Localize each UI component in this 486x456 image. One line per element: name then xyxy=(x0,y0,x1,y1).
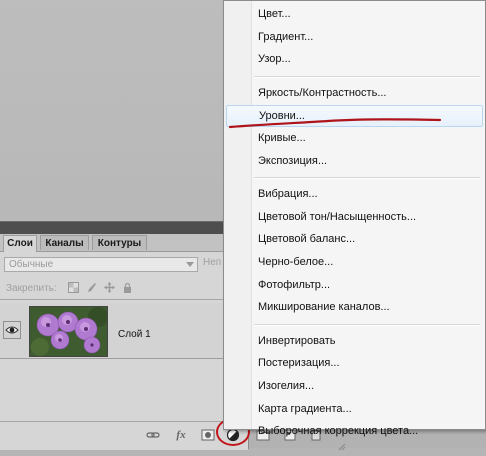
annotation-underline xyxy=(228,118,442,129)
adjustment-menu: Цвет... Градиент... Узор... Яркость/Контрас… xyxy=(223,0,486,437)
lock-move-icon[interactable] xyxy=(104,282,115,293)
menu-item[interactable]: Карта градиента... xyxy=(226,399,483,421)
menu-item[interactable]: Черно-белое... xyxy=(226,252,483,274)
lock-label: Закрепить: xyxy=(6,283,57,294)
layers-panel: Слои Каналы Контуры Обычные Неп Закрепит… xyxy=(0,221,270,450)
eye-icon xyxy=(5,326,19,334)
menu-item[interactable]: Цветовой тон/Насыщенность... xyxy=(226,207,483,229)
menu-item[interactable]: Яркость/Контрастность... xyxy=(226,83,483,105)
menu-item-label: Яркость/Контрастность... xyxy=(258,86,387,99)
menu-item[interactable]: Выборочная коррекция цвета... xyxy=(226,421,483,443)
menu-item-label: Черно-белое... xyxy=(258,256,334,268)
menu-item-label: Инвертировать xyxy=(258,334,336,347)
menu-item-label: Градиент... xyxy=(258,30,314,43)
chevron-down-icon xyxy=(186,262,194,267)
menu-item[interactable]: Вибрация... xyxy=(226,184,483,206)
menu-separator xyxy=(254,75,480,78)
tab-paths[interactable]: Контуры xyxy=(92,235,147,250)
lock-brush-icon[interactable] xyxy=(86,282,97,293)
menu-item-label: Изогелия... xyxy=(258,380,315,392)
blend-mode-select[interactable]: Обычные xyxy=(4,257,198,272)
menu-item[interactable]: Градиент... xyxy=(226,27,483,49)
menu-item[interactable]: Цвет... xyxy=(226,4,483,26)
layer-thumbnail xyxy=(29,306,108,357)
menu-item-label: Карта градиента... xyxy=(258,402,352,415)
layer-row[interactable]: Слой 1 xyxy=(0,303,248,359)
fx-icon[interactable]: fx xyxy=(174,428,188,442)
menu-item[interactable]: Кривые... xyxy=(226,128,483,150)
opacity-label: Неп xyxy=(203,257,222,268)
menu-item-label: Вибрация... xyxy=(258,188,318,201)
visibility-toggle[interactable] xyxy=(3,321,21,339)
menu-item-label: Цветовой баланс... xyxy=(258,233,356,246)
panel-bottom-bar: fx xyxy=(0,421,270,450)
menu-item-label: Цвет... xyxy=(258,8,291,20)
lock-all-icon[interactable] xyxy=(122,282,133,293)
menu-item-label: Кривые... xyxy=(258,132,306,144)
blend-mode-value: Обычные xyxy=(9,259,54,270)
menu-item[interactable]: Микширование каналов... xyxy=(226,297,483,319)
menu-item[interactable]: Цветовой баланс... xyxy=(226,229,483,251)
menu-item-label: Постеризация... xyxy=(258,357,340,370)
panel-title-bar[interactable] xyxy=(0,222,248,234)
lock-transparency-icon[interactable] xyxy=(68,282,79,293)
menu-item[interactable]: Узор... xyxy=(226,49,483,71)
blend-row: Обычные Неп xyxy=(0,253,248,275)
panel-tabs: Слои Каналы Контуры xyxy=(0,234,248,252)
menu-item-label: Экспозиция... xyxy=(258,154,328,167)
menu-separator xyxy=(254,177,480,180)
menu-item[interactable]: Инвертировать xyxy=(226,331,483,353)
menu-item[interactable]: Изогелия... xyxy=(226,376,483,398)
menu-item-label: Фотофильтр... xyxy=(258,278,331,291)
menu-item[interactable]: Постеризация... xyxy=(226,353,483,375)
menu-item-label: Цветовой тон/Насыщенность... xyxy=(258,210,417,223)
lock-row: Закрепить: xyxy=(0,277,248,300)
layer-name[interactable]: Слой 1 xyxy=(118,329,151,340)
mask-icon[interactable] xyxy=(201,428,215,442)
menu-item-label: Узор... xyxy=(258,53,291,66)
tab-channels[interactable]: Каналы xyxy=(40,235,89,250)
menu-item-label: Микширование каналов... xyxy=(258,301,390,314)
tab-layers[interactable]: Слои xyxy=(3,235,37,252)
menu-item[interactable]: Фотофильтр... xyxy=(226,275,483,297)
menu-separator xyxy=(254,323,480,326)
menu-item[interactable]: Экспозиция... xyxy=(226,151,483,173)
link-icon[interactable] xyxy=(146,428,160,442)
menu-item-label: Выборочная коррекция цвета... xyxy=(258,425,419,438)
